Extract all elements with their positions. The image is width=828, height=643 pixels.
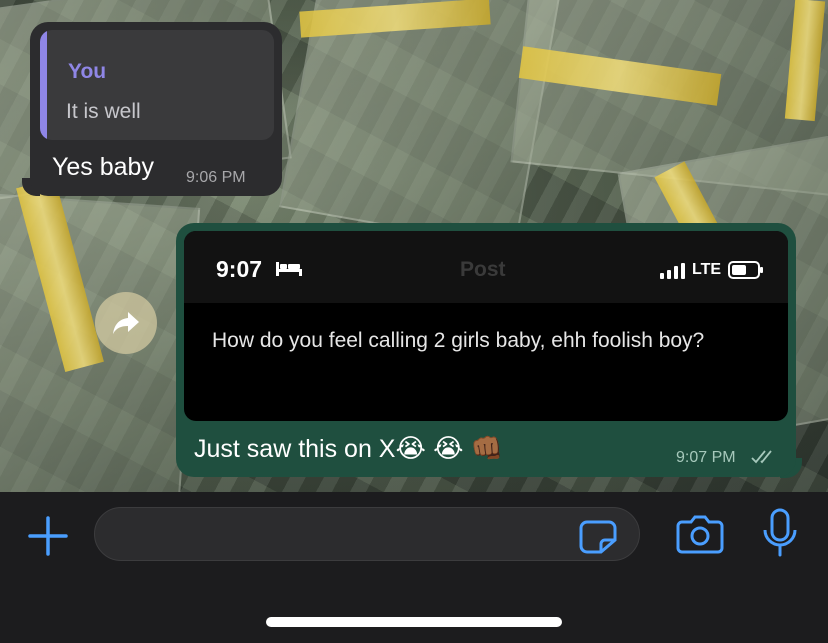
sleep-focus-icon xyxy=(276,262,302,276)
forward-arrow-icon xyxy=(113,312,139,334)
screenshot-nav-title: Post xyxy=(460,258,506,281)
sent-message-text: Just saw this on X😭 😭 👊🏾 xyxy=(194,433,503,464)
plus-icon[interactable] xyxy=(26,514,70,558)
sent-message-caption: Just saw this on X xyxy=(194,435,396,463)
forward-button[interactable] xyxy=(95,292,157,354)
screenshot-post-text: How do you feel calling 2 girls baby, eh… xyxy=(212,329,705,352)
quote-text: It is well xyxy=(66,100,141,123)
sent-message-bubble[interactable]: 9:07 Post LTE How do you feel calling 2 … xyxy=(176,223,796,477)
read-receipt-icon xyxy=(751,450,772,464)
quote-accent-bar xyxy=(40,30,47,140)
quote-author: You xyxy=(68,60,107,83)
camera-icon[interactable] xyxy=(676,514,724,554)
sticker-icon[interactable] xyxy=(579,520,619,554)
received-message-text: Yes baby xyxy=(52,153,154,181)
received-message-time: 9:06 PM xyxy=(186,169,246,186)
cellular-signal-icon xyxy=(660,263,685,279)
shared-screenshot-image[interactable]: 9:07 Post LTE How do you feel calling 2 … xyxy=(184,231,788,421)
microphone-icon[interactable] xyxy=(762,508,798,558)
screenshot-clock: 9:07 xyxy=(216,256,263,282)
received-message-bubble[interactable]: You It is well Yes baby 9:06 PM xyxy=(30,22,282,196)
network-type: LTE xyxy=(692,261,722,278)
message-text-field[interactable] xyxy=(94,507,640,561)
message-input-bar xyxy=(0,492,828,643)
sent-message-time: 9:07 PM xyxy=(676,449,736,466)
message-input[interactable] xyxy=(111,518,571,552)
quoted-reply[interactable]: You It is well xyxy=(40,30,274,140)
sent-message-emojis: 😭 😭 👊🏾 xyxy=(395,433,504,463)
battery-icon xyxy=(728,261,763,279)
home-indicator[interactable] xyxy=(266,617,562,627)
